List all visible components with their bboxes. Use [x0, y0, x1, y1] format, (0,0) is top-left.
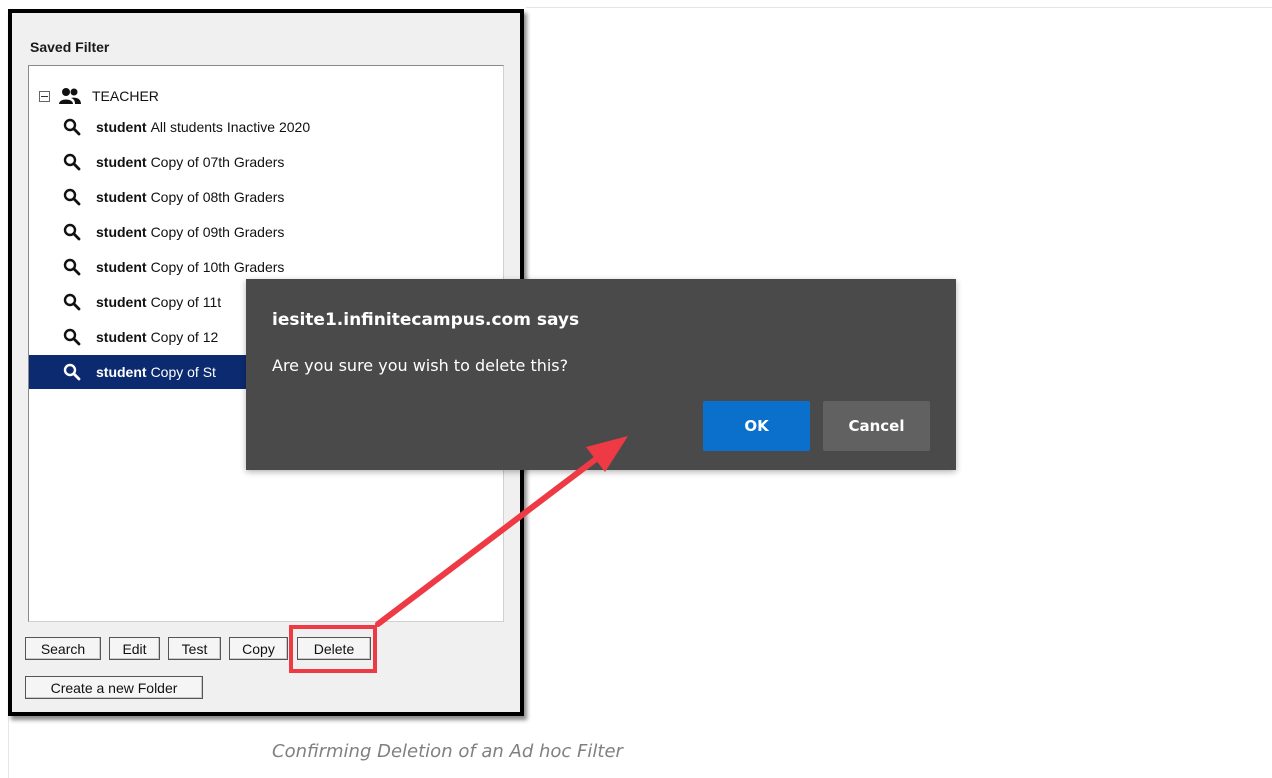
filter-name: Copy of 07th Graders	[150, 154, 285, 170]
filter-type: student	[96, 329, 147, 345]
collapse-icon[interactable]	[39, 90, 50, 102]
create-folder-button[interactable]: Create a new Folder	[25, 676, 203, 699]
dialog-message: Are you sure you wish to delete this?	[272, 356, 569, 375]
filter-type: student	[96, 224, 147, 240]
delete-highlight-box	[289, 625, 377, 673]
filter-type: student	[96, 119, 147, 135]
frame-top-rule	[526, 7, 1272, 8]
dialog-title: iesite1.infinitecampus.com says	[272, 310, 580, 330]
filter-name: Copy of 11t	[150, 294, 222, 310]
search-icon	[63, 153, 81, 171]
filter-name: Copy of 10th Graders	[150, 259, 285, 275]
filter-type: student	[96, 294, 147, 310]
frame-left-rule	[8, 710, 9, 778]
filter-type: student	[96, 364, 147, 380]
search-icon	[63, 328, 81, 346]
filter-item[interactable]: student All students Inactive 2020	[29, 110, 503, 144]
filter-name: Copy of 09th Graders	[150, 224, 285, 240]
search-icon	[63, 118, 81, 136]
tree-root-label: TEACHER	[92, 88, 159, 104]
filter-name: Copy of St	[150, 364, 216, 380]
filter-type: student	[96, 259, 147, 275]
users-icon	[59, 88, 81, 104]
filter-item[interactable]: student Copy of 07th Graders	[29, 145, 503, 179]
search-icon	[63, 363, 81, 381]
edit-button[interactable]: Edit	[109, 637, 160, 660]
test-button[interactable]: Test	[168, 637, 221, 660]
panel-title: Saved Filter	[30, 39, 110, 55]
search-button[interactable]: Search	[25, 637, 101, 660]
search-icon	[63, 293, 81, 311]
copy-button[interactable]: Copy	[229, 637, 288, 660]
confirm-dialog: iesite1.infinitecampus.com says Are you …	[246, 279, 956, 470]
tree-root-teacher[interactable]: TEACHER	[39, 86, 159, 106]
filter-name: All students Inactive 2020	[150, 119, 311, 135]
filter-item[interactable]: student Copy of 08th Graders	[29, 180, 503, 214]
filter-type: student	[96, 154, 147, 170]
search-icon	[63, 223, 81, 241]
filter-type: student	[96, 189, 147, 205]
search-icon	[63, 258, 81, 276]
ok-button[interactable]: OK	[703, 401, 810, 451]
filter-name: Copy of 08th Graders	[150, 189, 285, 205]
cancel-button[interactable]: Cancel	[823, 401, 930, 451]
filter-name: Copy of 12	[150, 329, 219, 345]
filter-item[interactable]: student Copy of 09th Graders	[29, 215, 503, 249]
search-icon	[63, 188, 81, 206]
figure-caption: Confirming Deletion of an Ad hoc Filter	[272, 741, 623, 762]
